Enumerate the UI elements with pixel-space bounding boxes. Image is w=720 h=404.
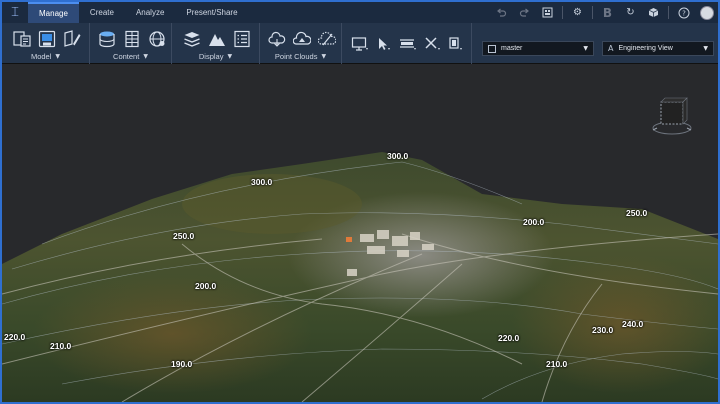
terrain-icon[interactable] [207,29,227,49]
navigation-cube[interactable] [650,94,694,138]
group-label-text: Model [30,52,52,61]
ribbon-group-point-clouds-label[interactable]: Point Clouds ▼ [264,50,337,63]
chevron-down-icon: ▼ [55,53,61,60]
contour-label: 220.0 [498,333,520,343]
group-label-text: Display [198,52,224,61]
view-select-value: Engineering View [618,45,673,52]
model-edit-icon[interactable] [62,29,82,49]
layout-icon[interactable] [536,2,559,23]
contour-label: 210.0 [50,341,72,351]
ribbon-toolbar: Model ▼ Content ▼ Display ▼ Point Clouds… [2,23,718,64]
contour-label: 200.0 [195,281,217,291]
app-logo-icon[interactable]: ⌶ [2,2,28,23]
contour-label: 210.0 [546,359,568,369]
ribbon-group-point-clouds: Point Clouds ▼ [260,23,342,64]
undo-icon[interactable] [490,2,513,23]
top-menu-bar: ⌶ Manage Create Analyze Present/Share ⚙ … [2,2,718,23]
chevron-down-icon: ▼ [227,53,233,60]
contour-label: 220.0 [4,332,26,342]
contour-label: 200.0 [523,217,545,227]
contour-label: 190.0 [171,359,193,369]
ribbon-group-content: Content ▼ [90,23,172,64]
title-bar-actions: ⚙ B ↻ ? [490,2,714,23]
ribbon-tools [342,23,472,64]
toolbar-divider [562,6,563,19]
cloud-settings-icon[interactable] [317,29,337,49]
contour-label: 250.0 [173,231,195,241]
crossing-icon[interactable] [422,34,442,54]
clip-icon[interactable] [446,34,466,54]
chevron-down-icon: ▼ [703,45,708,52]
svg-text:?: ? [682,9,686,17]
contour-label: 300.0 [251,177,273,187]
ribbon-group-content-label[interactable]: Content ▼ [94,50,167,63]
contour-label: 230.0 [592,325,614,335]
app-window: ⌶ Manage Create Analyze Present/Share ⚙ … [0,0,720,404]
tab-present-share[interactable]: Present/Share [175,2,248,23]
group-label-text: Content [113,52,140,61]
contour-label: 240.0 [622,319,644,329]
globe-icon[interactable] [147,29,167,49]
select-arrow-icon[interactable] [374,34,394,54]
branch-select[interactable]: master ▼ [482,41,594,56]
cloud-icon[interactable] [267,29,287,49]
toolbar-divider [668,6,669,19]
bold-b-icon[interactable]: B [596,2,619,23]
model-save-icon[interactable] [37,29,57,49]
list-icon[interactable] [232,29,252,49]
ribbon-group-model-label[interactable]: Model ▼ [6,50,85,63]
sync-icon[interactable]: ↻ [619,2,642,23]
tab-create[interactable]: Create [79,2,125,23]
contour-label: 300.0 [387,151,409,161]
ribbon-group-model: Model ▼ [2,23,90,64]
model-import-icon[interactable] [12,29,32,49]
cube-icon[interactable] [642,2,665,23]
ribbon-group-display-label[interactable]: Display ▼ [176,50,255,63]
redo-icon[interactable] [513,2,536,23]
user-avatar[interactable] [700,5,714,20]
toolbar-divider [592,6,593,19]
terrain-mesh[interactable] [2,64,718,402]
tab-analyze[interactable]: Analyze [125,2,175,23]
data-table-icon[interactable] [122,29,142,49]
chevron-down-icon: ▼ [143,53,148,60]
layers-icon[interactable] [182,29,202,49]
settings-icon[interactable]: ⚙ [566,2,589,23]
contour-label: 250.0 [626,208,648,218]
view-select[interactable]: 𝖠 Engineering View ▼ [602,41,714,56]
3d-viewport[interactable]: 300.0 300.0 250.0 200.0 250.0 200.0 240.… [2,64,718,402]
chevron-down-icon: ▼ [583,45,588,52]
help-icon[interactable]: ? [672,2,695,23]
branch-icon [488,44,496,53]
point-cloud-icon[interactable] [292,29,312,49]
chevron-down-icon: ▼ [321,53,327,60]
ribbon-group-display: Display ▼ [172,23,260,64]
group-label-text: Point Clouds [274,52,318,61]
view-style-icon: 𝖠 [608,44,614,53]
measure-icon[interactable] [398,34,418,54]
tab-manage[interactable]: Manage [28,2,79,23]
screen-icon[interactable] [350,34,370,54]
branch-select-value: master [501,45,523,52]
database-icon[interactable] [97,29,117,49]
